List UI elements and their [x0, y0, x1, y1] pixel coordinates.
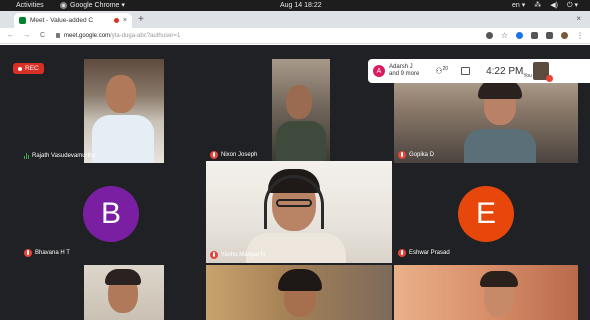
recording-indicator-icon: [113, 18, 119, 23]
participant-video: [206, 265, 392, 320]
participant-tile[interactable]: Rajath Vasudevamurthy: [20, 59, 202, 163]
chat-icon[interactable]: [461, 67, 471, 75]
participant-name: Eshwar Prasad: [409, 250, 450, 256]
notification-badge: [546, 75, 554, 82]
participant-name-tag: Bhavana H T: [24, 249, 70, 257]
participant-summary[interactable]: Adarsh J and 9 more: [389, 64, 419, 78]
meeting-time: 4:22 PM: [486, 65, 524, 77]
participant-hair: [480, 271, 518, 287]
participant-name-tag: Rajath Vasudevamurthy: [24, 153, 96, 159]
extension-icon[interactable]: [516, 32, 523, 39]
lock-icon: [56, 33, 60, 38]
system-tray[interactable]: en ▾ ⁂ ◀) ⏻ ▾: [512, 0, 578, 11]
recording-label: REC: [25, 65, 39, 72]
participant-name: Yashu Mangal N: [221, 252, 265, 258]
host-name: Adarsh J: [389, 64, 413, 70]
mic-off-icon: [24, 249, 32, 257]
camera-indicator-icon[interactable]: [485, 32, 493, 39]
self-label: You: [523, 73, 532, 79]
reload-button[interactable]: C: [37, 32, 48, 39]
system-top-bar: Activities Google Chrome ▾ Aug 14 18:22 …: [0, 0, 590, 11]
host-avatar[interactable]: A: [373, 65, 385, 77]
activities-button[interactable]: Activities: [16, 0, 44, 11]
participant-video: [84, 265, 164, 320]
tab-title: Meet - Value-added C: [30, 17, 94, 24]
more-participants: and 9 more: [389, 71, 420, 77]
participant-shirt: [464, 129, 536, 163]
meeting-info-bar: A Adarsh J and 9 more ⚇20 4:22 PM You: [368, 59, 590, 83]
window-close-button[interactable]: ×: [576, 14, 581, 23]
participant-video: [272, 59, 330, 163]
mic-off-icon: [398, 249, 406, 257]
star-icon[interactable]: ☆: [501, 31, 508, 40]
mic-off-icon: [210, 251, 218, 259]
participant-name: Bhavana H T: [35, 250, 70, 256]
participant-tile[interactable]: Nixon Joseph: [206, 59, 390, 163]
participant-name-tag: Gopika D: [398, 151, 434, 159]
tab-meet[interactable]: Meet - Value-added C ×: [14, 13, 132, 28]
network-icon[interactable]: ⁂: [534, 0, 541, 11]
extensions-area: ☆ ⋮: [485, 31, 584, 40]
participant-avatar: E: [458, 186, 514, 242]
more-menu-icon[interactable]: ⋮: [576, 31, 584, 40]
app-menu[interactable]: Google Chrome ▾: [60, 0, 125, 11]
record-dot-icon: [18, 66, 22, 71]
participant-name-tag: Eshwar Prasad: [398, 249, 450, 257]
participant-tile[interactable]: [20, 265, 202, 320]
extension-icon[interactable]: [531, 32, 538, 39]
participant-hair: [278, 269, 322, 291]
tab-strip: Meet - Value-added C × + ×: [0, 11, 590, 28]
profile-avatar[interactable]: [561, 32, 568, 39]
clock[interactable]: Aug 14 18:22: [280, 0, 322, 11]
volume-icon[interactable]: ◀): [550, 0, 558, 11]
participant-tile[interactable]: [394, 265, 578, 320]
mic-off-icon: [210, 151, 218, 159]
participant-name: Nixon Joseph: [221, 152, 258, 158]
new-tab-button[interactable]: +: [138, 14, 144, 25]
meet-favicon-icon: [19, 17, 26, 24]
meet-grid: REC A Adarsh J and 9 more ⚇20 4:22 PM Yo…: [0, 45, 590, 320]
app-menu-label: Google Chrome ▾: [70, 2, 125, 9]
forward-button[interactable]: →: [21, 32, 32, 39]
participant-video: [206, 161, 392, 263]
recording-badge: REC: [13, 63, 44, 74]
people-icon: ⚇: [435, 66, 443, 76]
chrome-icon: [60, 2, 67, 9]
people-count: 20: [442, 66, 449, 73]
participant-name-tag: Nixon Joseph: [210, 151, 257, 159]
participant-tile[interactable]: E Eshwar Prasad: [394, 167, 578, 261]
participant-tile-featured[interactable]: Yashu Mangal N: [206, 161, 392, 263]
participant-shirt: [92, 115, 154, 163]
participant-name: Gopika D: [409, 152, 435, 158]
participant-face: [106, 75, 136, 113]
participant-shirt: [276, 121, 326, 163]
participant-avatar: B: [83, 186, 139, 242]
power-icon[interactable]: ⏻ ▾: [567, 0, 578, 11]
puzzle-icon[interactable]: [546, 32, 553, 39]
participant-hair: [105, 269, 141, 285]
address-bar[interactable]: meet.google.com/yta-duga-abc?authuser=1: [56, 33, 180, 39]
participant-video: [84, 59, 164, 163]
participant-video: [394, 265, 578, 320]
url-host: meet.google.com: [64, 32, 111, 39]
participant-name-tag: Yashu Mangal N: [210, 251, 265, 259]
participant-name: Rajath Vasudevamurthy: [32, 153, 96, 159]
speaking-indicator-icon: [24, 153, 29, 159]
participant-tile[interactable]: [206, 265, 392, 320]
language-indicator[interactable]: en ▾: [512, 0, 525, 11]
tab-close-icon[interactable]: ×: [123, 17, 127, 24]
self-view-thumbnail[interactable]: You: [523, 62, 554, 82]
people-button[interactable]: ⚇20: [435, 66, 448, 76]
mic-off-icon: [398, 151, 406, 159]
participant-face: [286, 85, 312, 119]
headphones: [264, 175, 324, 229]
browser-toolbar: ← → C meet.google.com/yta-duga-abc?authu…: [0, 28, 590, 44]
url-path: /yta-duga-abc?authuser=1: [110, 32, 181, 39]
back-button[interactable]: ←: [5, 32, 16, 39]
participant-tile[interactable]: B Bhavana H T: [20, 167, 202, 261]
